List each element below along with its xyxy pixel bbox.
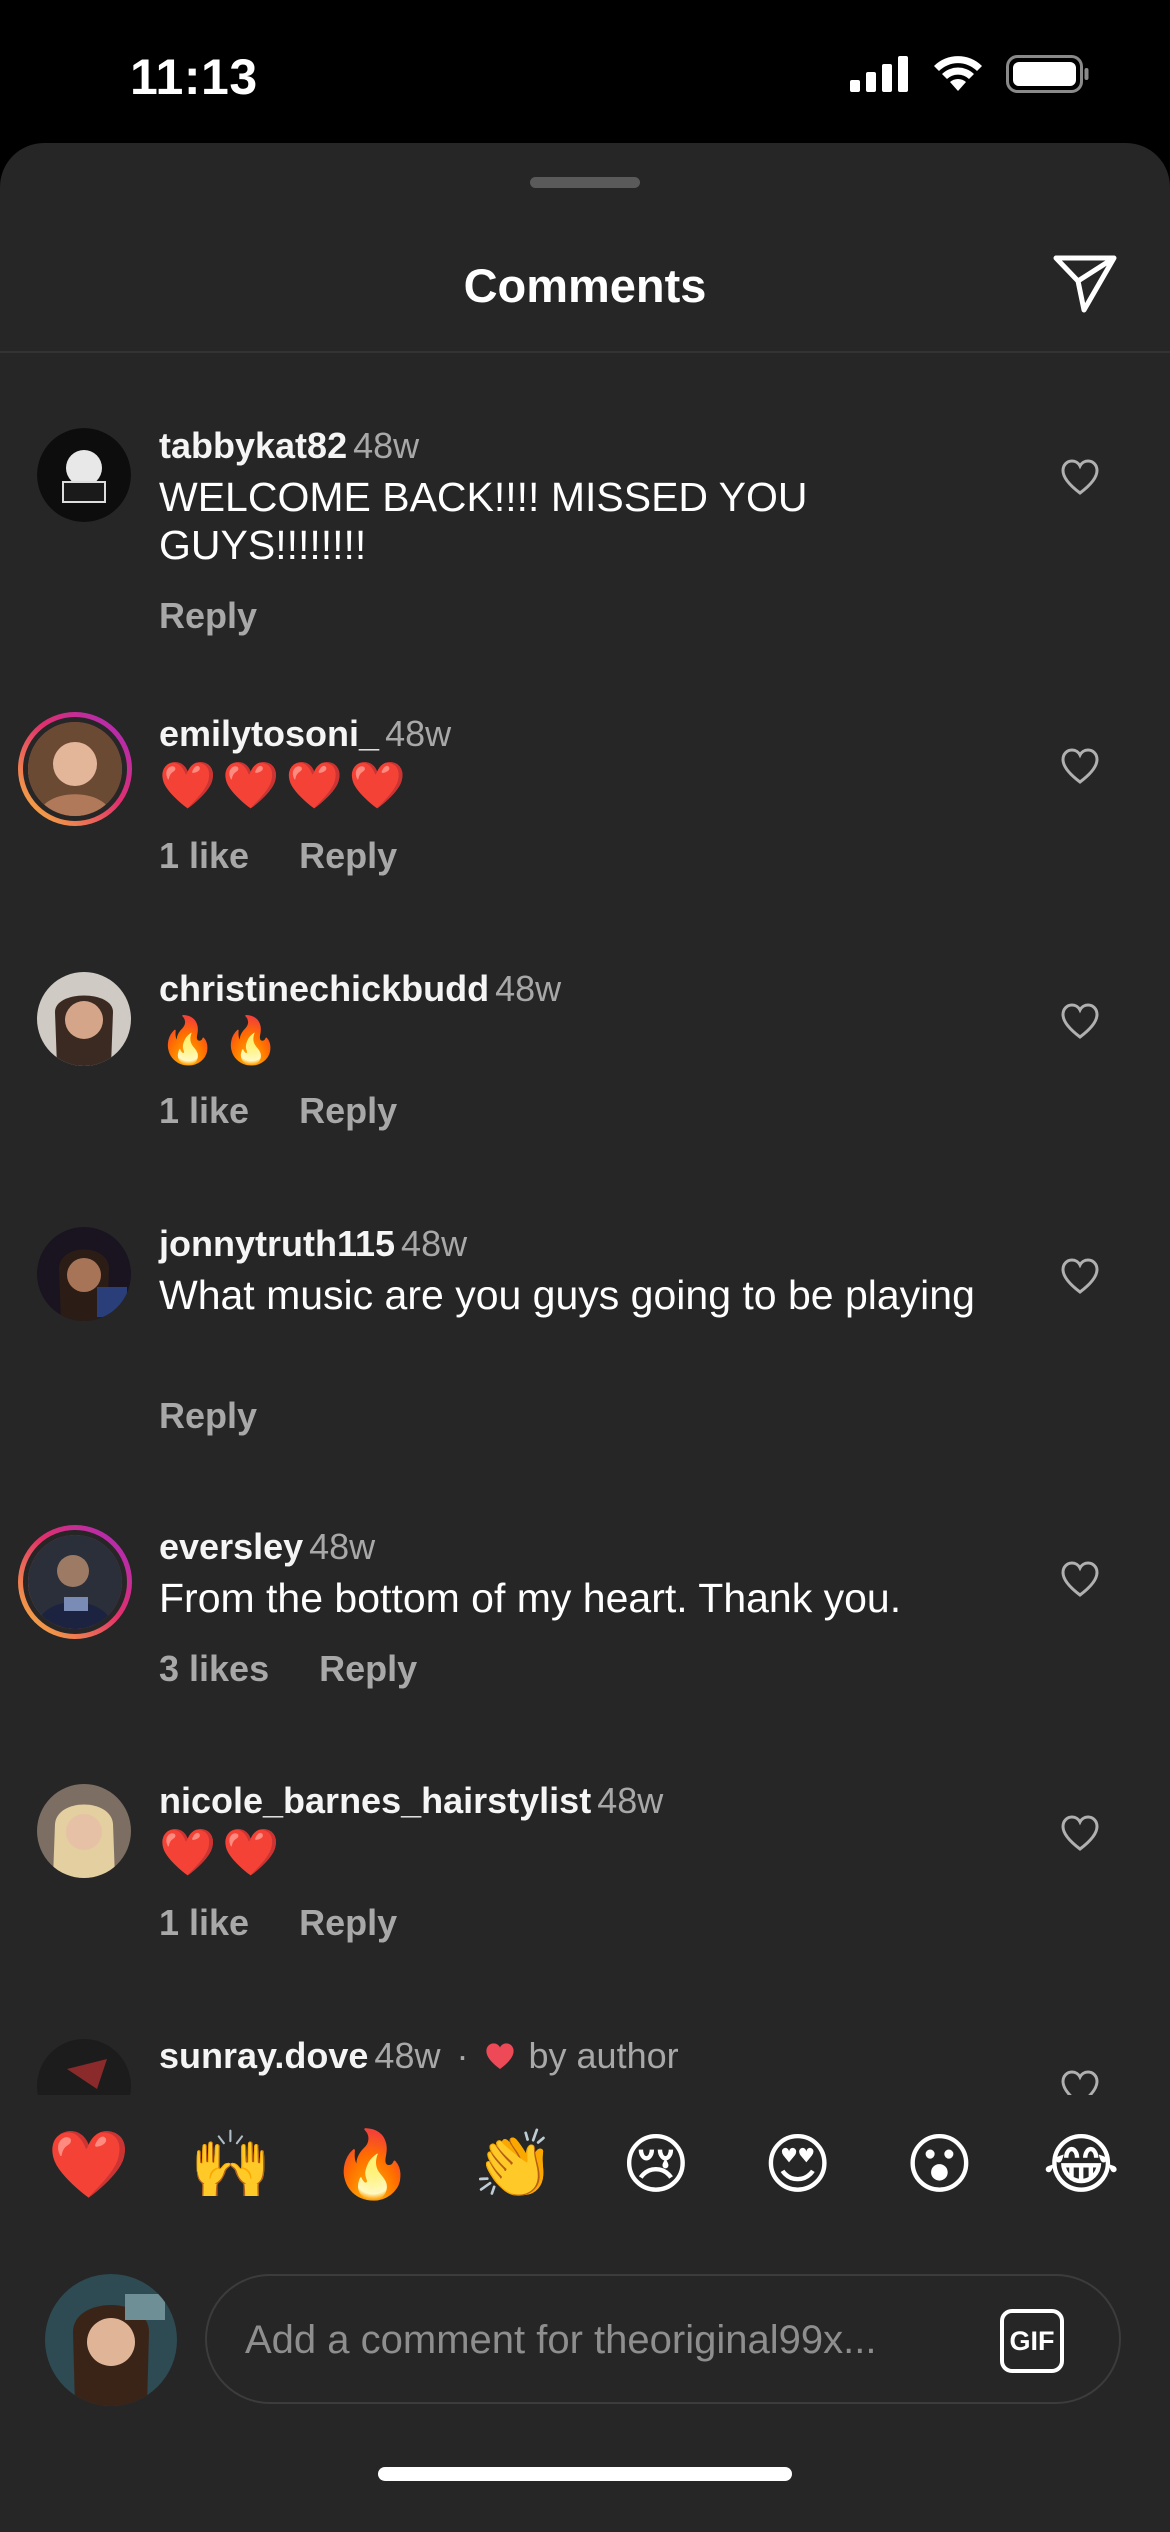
comment-item: sunray.dove 48w · by author [0, 2035, 1170, 2095]
home-indicator [378, 2467, 792, 2481]
heart-icon[interactable] [1060, 1560, 1100, 1600]
reply-button[interactable]: Reply [319, 1648, 417, 1690]
comment-item: jonnytruth115 48w What music are you guys… [0, 1223, 1170, 1483]
status-time: 11:13 [130, 49, 258, 105]
heart-icon[interactable] [1060, 2069, 1100, 2095]
sheet-grabber[interactable] [530, 177, 640, 188]
comment-text: 🔥🔥 [159, 1014, 286, 1066]
comment-username[interactable]: sunray.dove [159, 2035, 368, 2076]
avatar[interactable] [37, 1227, 131, 1321]
current-user-avatar [45, 2274, 177, 2406]
comment-header: christinechickbudd 48w [159, 968, 561, 1010]
heart-filled-icon [485, 2043, 514, 2069]
reply-button[interactable]: Reply [159, 1395, 257, 1437]
battery-icon [1006, 55, 1089, 93]
heart-icon[interactable] [1060, 1002, 1100, 1042]
avatar[interactable] [37, 1784, 131, 1878]
comment-header: jonnytruth115 48w [159, 1223, 467, 1265]
comment-username[interactable]: emilytosoni_ [159, 713, 379, 754]
reaction-crying[interactable]: 😢 [606, 2131, 706, 2197]
comment-input-placeholder: Add a comment for theoriginal99x... [245, 2318, 877, 2362]
comment-text: What music are you guys going to be play… [159, 1272, 975, 1318]
comment-username[interactable]: eversley [159, 1526, 303, 1567]
heart-icon[interactable] [1060, 458, 1100, 498]
comment-list: tabbykat82 48w WELCOME BACK!!!! MISSED YO… [0, 410, 1170, 2095]
comment-time: 48w [401, 1223, 468, 1264]
comment-actions: 1 like Reply [159, 1902, 397, 1944]
comment-actions: 1 like Reply [159, 1090, 397, 1132]
avatar[interactable] [37, 428, 131, 522]
comment-username[interactable]: christinechickbudd [159, 968, 489, 1009]
comment-text: ❤️❤️ [159, 1826, 286, 1878]
comment-header: nicole_barnes_hairstylist 48w [159, 1780, 663, 1822]
comment-username[interactable]: tabbykat82 [159, 425, 347, 466]
reaction-clap[interactable]: 👏 [464, 2131, 564, 2197]
reaction-heart[interactable]: ❤️ [39, 2131, 139, 2197]
reply-button[interactable]: Reply [299, 1090, 397, 1132]
avatar[interactable] [37, 972, 131, 1066]
comment-actions: Reply [159, 1395, 257, 1437]
gif-button[interactable]: GIF [1000, 2309, 1064, 2373]
share-icon[interactable] [1050, 248, 1120, 318]
comment-item: nicole_barnes_hairstylist 48w ❤️❤️ 1 like… [0, 1780, 1170, 2000]
comment-composer: Add a comment for theoriginal99x... GIF [0, 2260, 1170, 2410]
comment-item: tabbykat82 48w WELCOME BACK!!!! MISSED YO… [0, 410, 1170, 680]
sheet-title: Comments [463, 259, 707, 312]
comment-username[interactable]: nicole_barnes_hairstylist [159, 1780, 591, 1821]
avatar-story-ring[interactable] [18, 712, 132, 826]
comment-text: WELCOME BACK!!!! MISSED YOU GUYS!!!!!!!! [159, 474, 808, 568]
like-count[interactable]: 1 like [159, 835, 249, 877]
reaction-surprised[interactable]: 😮 [889, 2131, 989, 2197]
status-bar: 11:13 [0, 0, 1170, 145]
comment-text: From the bottom of my heart. Thank you. [159, 1575, 902, 1621]
comment-actions: Reply [159, 595, 257, 637]
reaction-laughing[interactable]: 😂 [1031, 2131, 1131, 2197]
comment-input[interactable]: Add a comment for theoriginal99x... GIF [205, 2274, 1121, 2404]
comment-actions: 3 likes Reply [159, 1648, 417, 1690]
comment-item: emilytosoni_ 48w ❤️❤️❤️❤️ 1 like Reply [0, 712, 1170, 933]
comment-time: 48w [309, 1526, 376, 1567]
status-icons [850, 55, 1090, 93]
heart-icon[interactable] [1060, 747, 1100, 787]
heart-icon[interactable] [1060, 1257, 1100, 1297]
reply-button[interactable]: Reply [299, 835, 397, 877]
wifi-icon [934, 56, 982, 91]
like-count[interactable]: 3 likes [159, 1648, 269, 1690]
cellular-signal-icon [850, 56, 908, 92]
reply-button[interactable]: Reply [159, 595, 257, 637]
comment-item: eversley 48w From the bottom of my heart.… [0, 1525, 1170, 1746]
comment-time: 48w [353, 425, 420, 466]
avatar[interactable] [37, 2039, 131, 2095]
reply-button[interactable]: Reply [299, 1902, 397, 1944]
comment-header: emilytosoni_ 48w [159, 713, 451, 755]
comment-time: 48w [597, 1780, 664, 1821]
comment-header: eversley 48w [159, 1526, 375, 1568]
reaction-fire[interactable]: 🔥 [322, 2131, 422, 2197]
author-like-separator: · [456, 2035, 469, 2076]
like-count[interactable]: 1 like [159, 1090, 249, 1132]
comment-text: ❤️❤️❤️❤️ [159, 759, 413, 811]
comment-time: 48w [385, 713, 452, 754]
comment-header: tabbykat82 48w [159, 425, 419, 467]
reaction-heart-eyes[interactable]: 😍 [748, 2131, 848, 2197]
comment-time: 48w [374, 2035, 441, 2076]
like-count[interactable]: 1 like [159, 1902, 249, 1944]
comment-item: christinechickbudd 48w 🔥🔥 1 like Reply [0, 968, 1170, 1188]
quick-reactions-bar: ❤️ 🙌 🔥 👏 😢 😍 😮 😂 [0, 2098, 1170, 2228]
comment-header: sunray.dove 48w · by author [159, 2035, 679, 2077]
heart-icon[interactable] [1060, 1814, 1100, 1854]
reaction-raised-hands[interactable]: 🙌 [181, 2131, 281, 2197]
comment-actions: 1 like Reply [159, 835, 397, 877]
comment-username[interactable]: jonnytruth115 [159, 1223, 395, 1264]
liked-by-author-label: by author [528, 2035, 679, 2076]
avatar-story-ring[interactable] [18, 1525, 132, 1639]
comment-time: 48w [495, 968, 562, 1009]
